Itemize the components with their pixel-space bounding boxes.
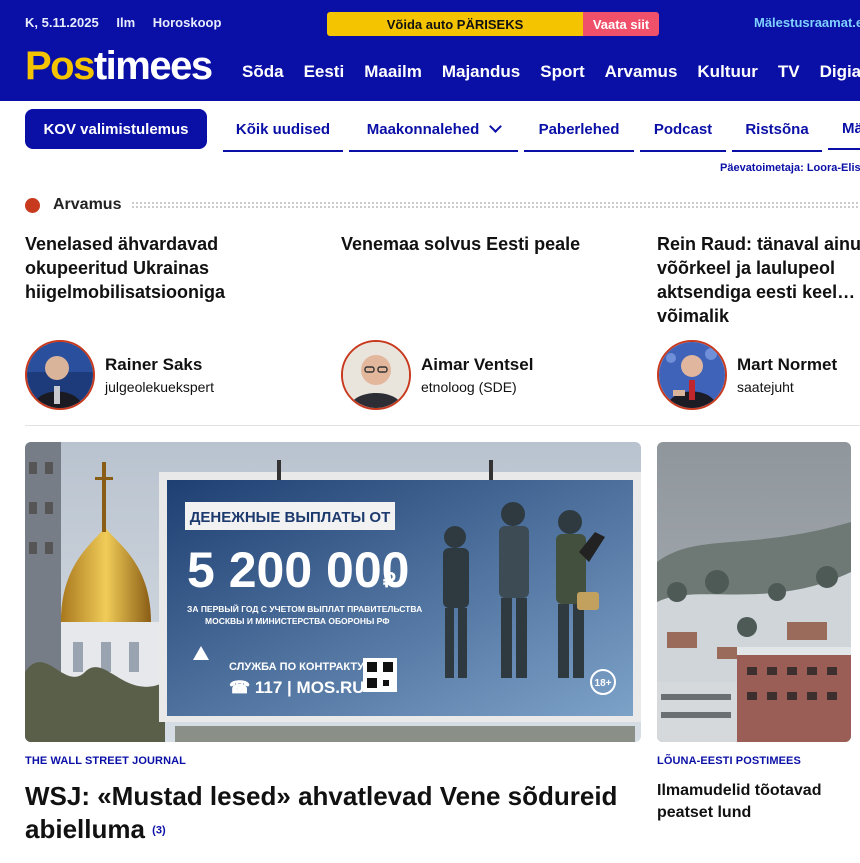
- main-story-headline[interactable]: WSJ: «Mustad lesed» ahvatlevad Vene sõdu…: [25, 780, 635, 848]
- author-role: julgeolekuekspert: [105, 379, 214, 395]
- logo-part-white: timees: [93, 44, 213, 88]
- opinion-title: Venelased ähvardavad okupeeritud Ukraina…: [25, 234, 226, 302]
- date-label: K, 5.11.2025: [25, 15, 99, 30]
- site-header: K, 5.11.2025 Ilm Horoskoop Võida auto PÄ…: [0, 0, 860, 101]
- billboard-age: 18+: [595, 678, 612, 689]
- author-name: Rainer Saks: [105, 355, 203, 374]
- side-story-source[interactable]: LÕUNA-EESTI POSTIMEES: [657, 755, 801, 767]
- promo-banner[interactable]: Võida auto PÄRISEKS Vaata siit: [327, 12, 659, 36]
- billboard-currency: ₽: [383, 570, 396, 592]
- weather-link[interactable]: Ilm: [116, 15, 135, 30]
- opinion-title: Rein Raud: tänaval ainu võõrkeel ja laul…: [657, 234, 860, 326]
- promo-label[interactable]: Võida auto PÄRISEKS: [327, 12, 583, 36]
- tab-all-news[interactable]: Kõik uudised: [223, 108, 343, 152]
- main-story-source[interactable]: THE WALL STREET JOURNAL: [25, 755, 186, 767]
- billboard-phone: ☎ 117 | MOS.RU: [229, 678, 365, 697]
- main-story-headline-text: WSJ: «Mustad lesed» ahvatlevad Vene sõdu…: [25, 781, 618, 844]
- horoscope-link[interactable]: Horoskoop: [153, 15, 222, 30]
- opinion-article-2[interactable]: Venemaa solvus Eesti peale: [341, 232, 591, 256]
- opinion-article-1[interactable]: Venelased ähvardavad okupeeritud Ukraina…: [25, 232, 275, 304]
- nav-item-arvamus[interactable]: Arvamus: [605, 62, 678, 82]
- promo-cta-button[interactable]: Vaata siit: [583, 12, 659, 36]
- editor-of-the-day: Päevatoimetaja: Loora-Elis: [720, 162, 860, 174]
- opinion-title: Venemaa solvus Eesti peale: [341, 234, 581, 254]
- nav-item-digiajakirjad[interactable]: Digiajak: [820, 62, 860, 82]
- billboard-sub1: ЗА ПЕРВЫЙ ГОД С УЧЕТОМ ВЫПЛАТ ПРАВИТЕЛЬС…: [187, 603, 422, 614]
- side-story-headline[interactable]: Ilmamudelid tõotavad peatset lund: [657, 780, 857, 824]
- side-story-image[interactable]: [657, 442, 851, 742]
- site-logo[interactable]: Postimees: [25, 42, 213, 90]
- avatar: [657, 340, 727, 410]
- avatar: [25, 340, 95, 410]
- billboard-line1: ДЕНЕЖНЫЕ ВЫПЛАТЫ ОТ: [190, 509, 391, 526]
- top-utility-bar: K, 5.11.2025 Ilm Horoskoop: [25, 15, 221, 30]
- tab-more[interactable]: Mä: [828, 108, 860, 150]
- editor-label: Päevatoimetaja:: [720, 162, 804, 174]
- author-role: saatejuht: [737, 379, 794, 395]
- nav-item-sport[interactable]: Sport: [540, 62, 584, 82]
- nav-item-majandus[interactable]: Majandus: [442, 62, 520, 82]
- tab-regional-papers[interactable]: Maakonnalehed: [349, 108, 518, 152]
- nav-item-tv[interactable]: TV: [778, 62, 800, 82]
- section-dot-icon: [25, 197, 40, 213]
- logo-part-yellow: Pos: [25, 44, 95, 88]
- billboard-amount: 5 200 000: [187, 542, 409, 598]
- avatar: [341, 340, 411, 410]
- chevron-down-icon: [489, 120, 503, 133]
- tab-paper-editions[interactable]: Paberlehed: [524, 108, 634, 152]
- tab-podcast[interactable]: Podcast: [640, 108, 726, 152]
- billboard-sub2: МОСКВЫ И МИНИСТЕРСТВА ОБОРОНЫ РФ: [205, 616, 389, 626]
- nav-item-maailm[interactable]: Maailm: [364, 62, 422, 82]
- editor-name: Loora-Elis: [806, 162, 860, 174]
- billboard-service: СЛУЖБА ПО КОНТРАКТУ: [229, 661, 364, 673]
- main-navigation: Sõda Eesti Maailm Majandus Sport Arvamus…: [242, 62, 860, 82]
- section-divider-line: [25, 425, 860, 426]
- tab-regional-papers-label: Maakonnalehed: [366, 120, 480, 138]
- nav-item-eesti[interactable]: Eesti: [304, 62, 345, 82]
- author-card[interactable]: Aimar Ventsel etnoloog (SDE): [341, 340, 533, 410]
- nav-item-soda[interactable]: Sõda: [242, 62, 284, 82]
- main-story-image[interactable]: ДЕНЕЖНЫЕ ВЫПЛАТЫ ОТ 5 200 000 ₽ ЗА ПЕРВЫ…: [25, 442, 641, 742]
- author-card[interactable]: Rainer Saks julgeolekuekspert: [25, 340, 214, 410]
- memorial-link[interactable]: Mälestusraamat.e: [754, 15, 860, 30]
- nav-item-kultuur[interactable]: Kultuur: [697, 62, 757, 82]
- section-title[interactable]: Arvamus: [53, 196, 121, 214]
- comment-count: (3): [152, 824, 166, 837]
- tab-crossword[interactable]: Ristsõna: [732, 108, 822, 152]
- opinion-section-header: Arvamus: [25, 196, 860, 214]
- author-role: etnoloog (SDE): [421, 379, 517, 395]
- secondary-navigation: KOV valimistulemus Kõik uudised Maakonna…: [0, 108, 860, 152]
- kov-results-button[interactable]: KOV valimistulemus: [25, 109, 207, 149]
- author-name: Mart Normet: [737, 355, 838, 374]
- section-divider: [131, 201, 860, 209]
- author-name: Aimar Ventsel: [421, 355, 534, 374]
- opinion-article-3[interactable]: Rein Raud: tänaval ainu võõrkeel ja laul…: [657, 232, 860, 328]
- author-card[interactable]: Mart Normet saatejuht: [657, 340, 837, 410]
